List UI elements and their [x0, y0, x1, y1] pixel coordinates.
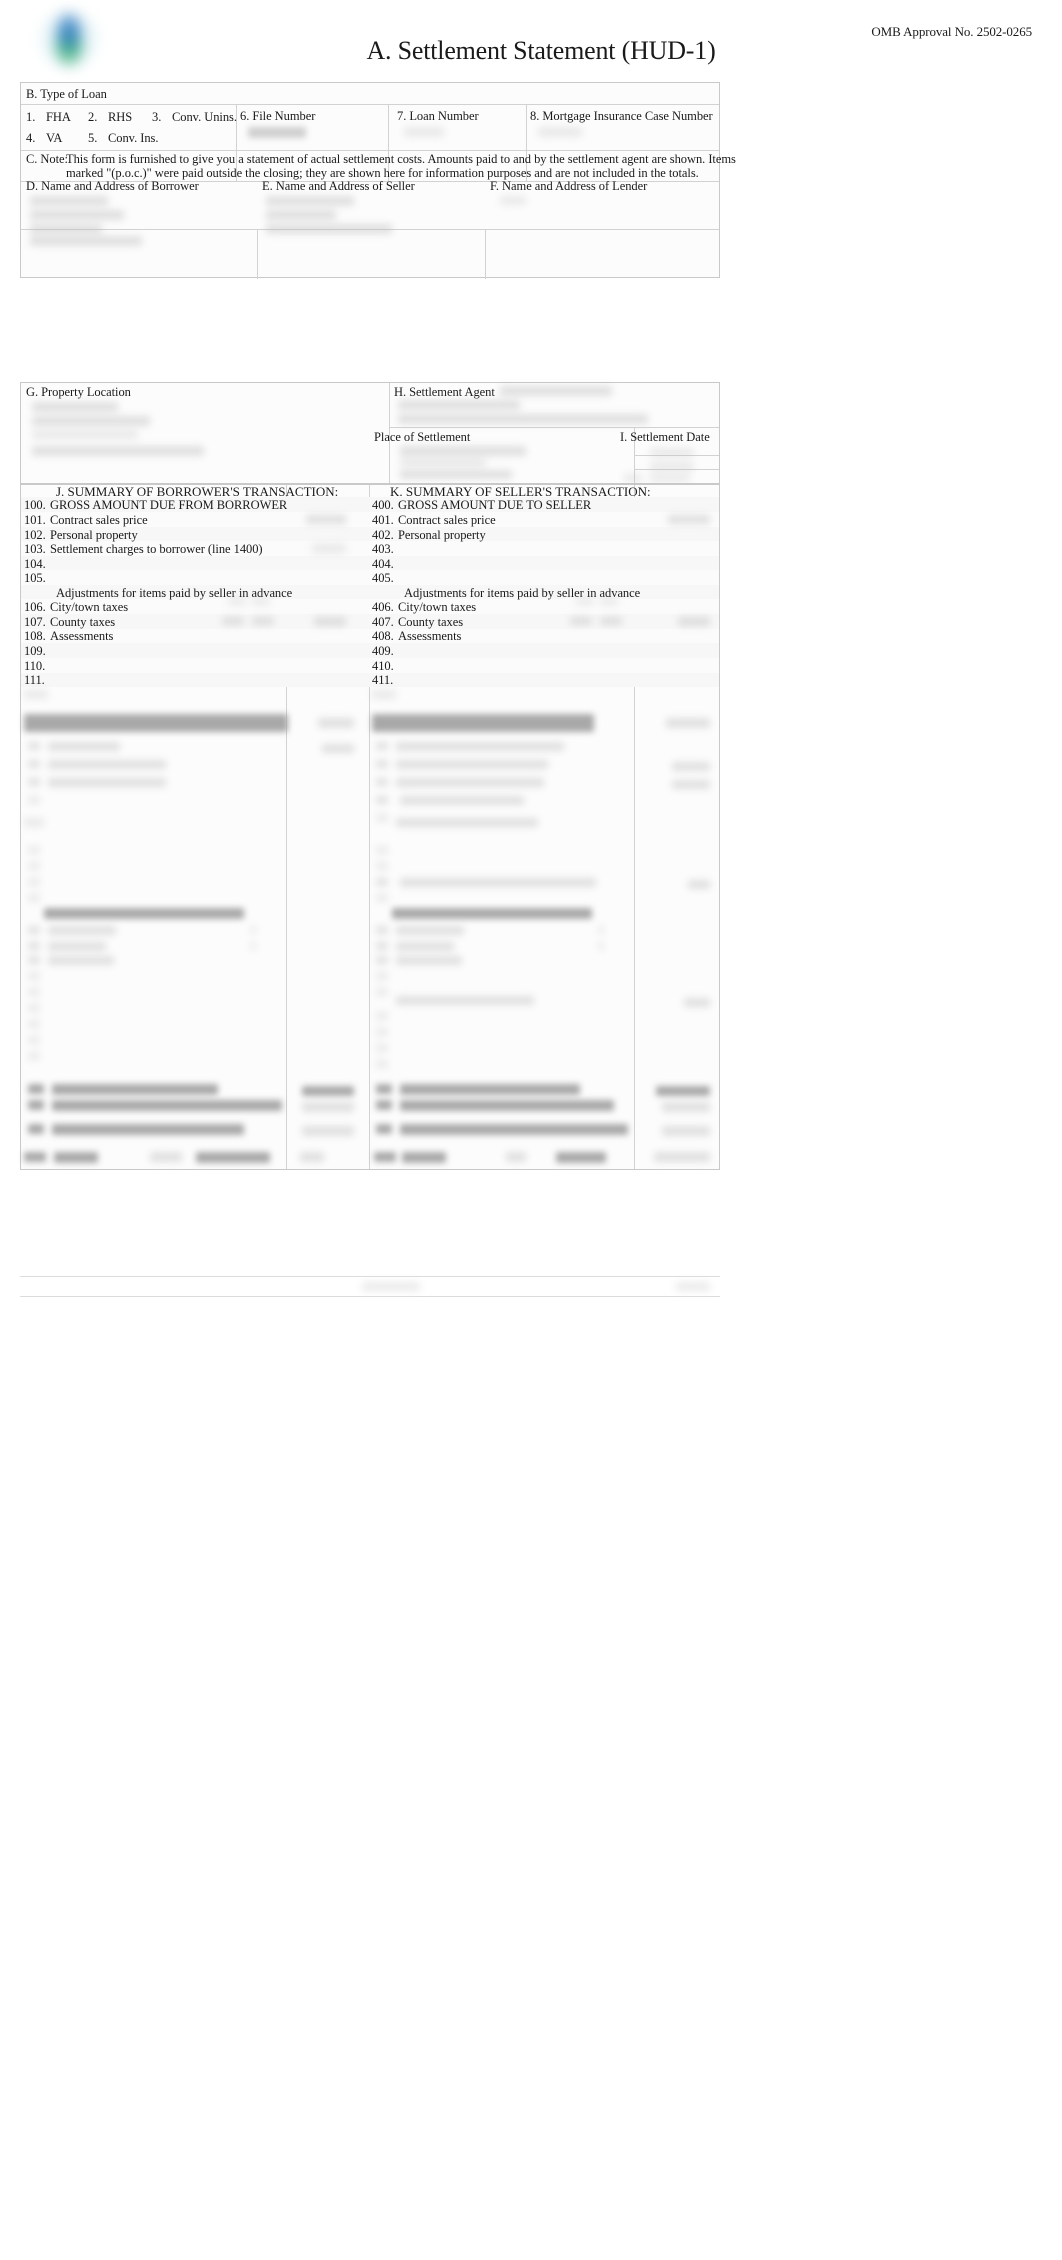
line-101-number: 101. [24, 513, 46, 527]
line-401-number: 401. [372, 513, 394, 527]
loan-type-2-label[interactable]: RHS [108, 110, 132, 125]
divider [21, 104, 719, 105]
line-407-date-to[interactable] [600, 617, 622, 625]
footer-divider [20, 1276, 720, 1277]
line-100-number: 100. [24, 498, 46, 512]
line-407-label: County taxes [398, 615, 464, 629]
document-header: OMB Approval No. 2502-0265 A. Settlement… [0, 0, 1062, 78]
line-100-label: GROSS AMOUNT DUE FROM BORROWER [50, 498, 288, 512]
line-106-date-from[interactable] [228, 598, 246, 605]
line-411-number: 411. [372, 673, 394, 687]
line-102-number: 102. [24, 528, 46, 542]
line-103-number: 103. [24, 542, 46, 556]
section-b-heading: B. Type of Loan [26, 87, 107, 101]
line-107-value[interactable] [314, 617, 346, 626]
line-406-date-to[interactable] [600, 598, 618, 605]
divider [21, 150, 719, 151]
line-402-label: Personal property [398, 528, 486, 542]
seller-name-address-label: E. Name and Address of Seller [262, 179, 415, 193]
line-107-date-from[interactable] [222, 617, 244, 625]
settlement-agent-label: H. Settlement Agent [394, 385, 495, 399]
row-band [21, 673, 719, 687]
loan-type-3-number: 3. [152, 110, 162, 124]
row-band [21, 570, 719, 585]
lender-name-address-label: F. Name and Address of Lender [490, 179, 648, 193]
loan-number-value[interactable] [404, 127, 444, 137]
footer-divider-bottom [20, 1296, 720, 1297]
line-103-value[interactable] [312, 544, 346, 553]
line-102-label: Personal property [50, 528, 138, 542]
line-107-date-to[interactable] [252, 617, 274, 625]
line-103-label: Settlement charges to borrower (line 140… [50, 542, 263, 556]
mortgage-insurance-case-number-label: 8. Mortgage Insurance Case Number [530, 109, 713, 123]
line-400-label: GROSS AMOUNT DUE TO SELLER [398, 498, 592, 512]
section-c-note-line-1: This form is furnished to give you a sta… [66, 152, 736, 166]
line-110-number: 110. [24, 659, 46, 673]
line-105-number: 105. [24, 571, 46, 585]
divider [389, 427, 719, 428]
hud1-settlement-statement-page: OMB Approval No. 2502-0265 A. Settlement… [0, 0, 1062, 2260]
loan-type-5-number: 5. [88, 131, 98, 145]
line-403-number: 403. [372, 542, 394, 556]
loan-type-4-label[interactable]: VA [46, 131, 62, 146]
line-106-number: 106. [24, 600, 46, 614]
line-106-date-to[interactable] [252, 598, 270, 605]
settlement-date-label: I. Settlement Date [620, 430, 710, 444]
line-404-number: 404. [372, 557, 394, 571]
loan-type-1-label[interactable]: FHA [46, 110, 71, 125]
section-c-prefix: C. Note: [26, 152, 68, 166]
line-108-number: 108. [24, 629, 46, 643]
line-400-number: 400. [372, 498, 394, 512]
line-401-label: Contract sales price [398, 513, 496, 527]
row-band [21, 629, 719, 643]
line-104-number: 104. [24, 557, 46, 571]
line-401-value[interactable] [668, 515, 710, 524]
file-number-label: 6. File Number [240, 109, 316, 123]
line-406-date-from[interactable] [576, 598, 594, 605]
line-409-number: 409. [372, 644, 394, 658]
mortgage-insurance-case-number-value[interactable] [538, 127, 582, 137]
loan-type-2-number: 2. [88, 110, 98, 124]
line-407-number: 407. [372, 615, 394, 629]
line-101-value[interactable] [306, 515, 346, 524]
line-406-number: 406. [372, 600, 394, 614]
line-107-number: 107. [24, 615, 46, 629]
row-band [21, 556, 719, 570]
line-408-label: Assessments [398, 629, 462, 643]
loan-number-label: 7. Loan Number [397, 109, 479, 123]
borrower-name-address-label: D. Name and Address of Borrower [26, 179, 199, 193]
line-405-number: 405. [372, 571, 394, 585]
line-410-number: 410. [372, 659, 394, 673]
row-band [21, 643, 719, 658]
divider [257, 229, 258, 279]
file-number-value[interactable] [248, 127, 306, 138]
loan-type-1-number: 1. [26, 110, 36, 124]
line-408-number: 408. [372, 629, 394, 643]
divider [485, 229, 486, 279]
page-title: A. Settlement Statement (HUD-1) [366, 36, 716, 65]
line-108-label: Assessments [50, 629, 114, 643]
place-of-settlement-label: Place of Settlement [374, 430, 471, 444]
line-101-label: Contract sales price [50, 513, 148, 527]
line-407-value[interactable] [678, 617, 710, 626]
line-407-date-from[interactable] [570, 617, 592, 625]
property-location-label: G. Property Location [26, 385, 131, 399]
loan-type-5-label[interactable]: Conv. Ins. [108, 131, 158, 146]
loan-type-3-label[interactable]: Conv. Unins. [172, 110, 237, 125]
line-109-number: 109. [24, 644, 46, 658]
line-107-label: County taxes [50, 615, 116, 629]
line-402-number: 402. [372, 528, 394, 542]
line-106-label: City/town taxes [50, 600, 129, 614]
line-111-number: 111. [24, 673, 45, 687]
row-band [21, 658, 719, 673]
loan-type-4-number: 4. [26, 131, 36, 145]
line-406-label: City/town taxes [398, 600, 477, 614]
